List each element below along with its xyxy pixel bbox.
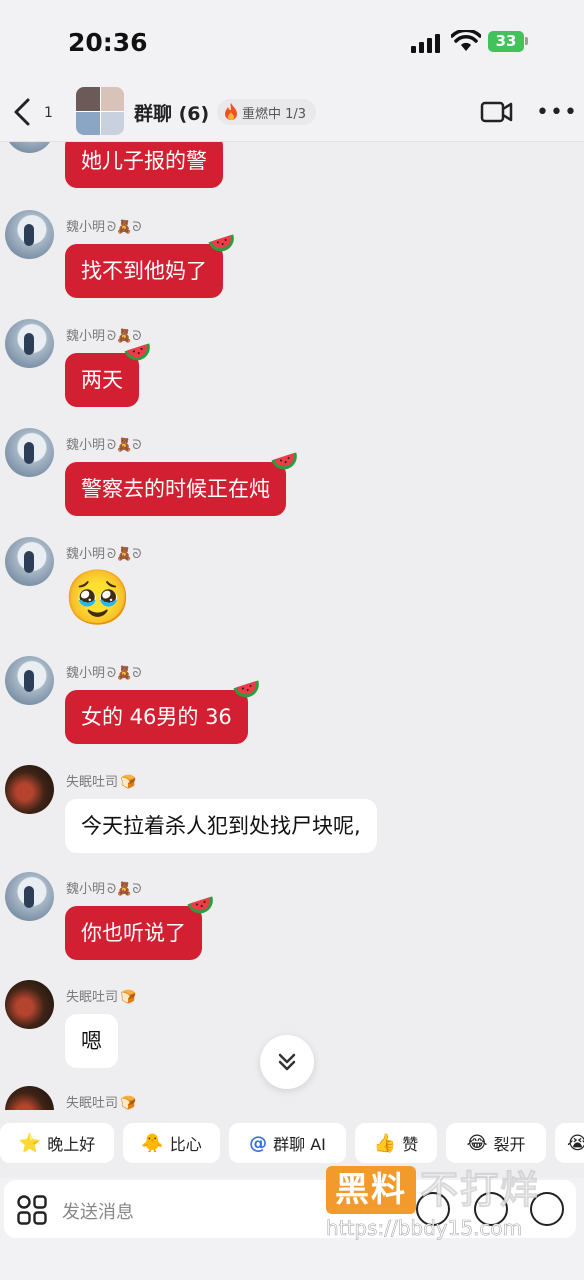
quick-reply-chip[interactable]: 😭: [555, 1123, 584, 1163]
message-bubble[interactable]: 她儿子报的警: [65, 142, 223, 188]
sender-name: 失眠吐司 🍞: [66, 990, 137, 1005]
message-text: 两天: [81, 368, 123, 392]
sender-name: 魏小明 ᘐ🧸ᘐ: [66, 220, 142, 235]
sender-name: 魏小明 ᘐ🧸ᘐ: [66, 547, 142, 562]
message-bubble[interactable]: 两天: [65, 343, 150, 407]
message-text: 找不到他妈了: [81, 259, 207, 283]
watermelon-icon: [207, 142, 239, 148]
avatar[interactable]: [5, 1086, 54, 1110]
sender-name: 魏小明 ᘐ🧸ᘐ: [66, 882, 142, 897]
battery-icon: 33: [488, 31, 524, 52]
scroll-to-bottom-button[interactable]: [260, 1035, 314, 1089]
thumbs-up-icon: 👍: [373, 1132, 397, 1154]
message-text: 警察去的时候正在炖: [81, 477, 270, 501]
message-bubble[interactable]: 今天拉着杀人犯到处找尸块呢,: [65, 799, 377, 853]
watermark-url: https://bbdy15.com: [326, 1216, 523, 1241]
at-icon: @: [249, 1132, 268, 1154]
badge-icons: ᘐ🧸ᘐ: [107, 220, 142, 235]
badge-icons: ᘐ🧸ᘐ: [107, 329, 142, 344]
crying-icon: 😭: [567, 1132, 584, 1154]
watermelon-icon: [187, 896, 213, 914]
badge-icons: ᘐ🧸ᘐ: [107, 882, 142, 897]
chat-header: 1 群聊 (6) 重燃中 1/3 •••: [0, 84, 584, 142]
sender-name: 失眠吐司 🍞: [66, 1096, 137, 1110]
message-bubble[interactable]: 嗯: [65, 1014, 118, 1068]
sender-name: 失眠吐司 🍞: [66, 775, 137, 790]
quick-reply-chip[interactable]: ⭐ 晚上好: [0, 1123, 114, 1163]
avatar[interactable]: [5, 980, 54, 1029]
streak-badge[interactable]: 重燃中 1/3: [217, 99, 317, 125]
message-bubble[interactable]: 你也听说了: [65, 896, 213, 960]
watermelon-icon: [271, 452, 297, 470]
message-bubble[interactable]: 女的 46男的 36: [65, 680, 259, 744]
watermelon-icon: [233, 680, 259, 698]
watermark: 黑料 不打烊 https://bbdy15.com: [326, 1166, 576, 1246]
laughing-icon: 😂: [466, 1132, 488, 1154]
double-chevron-down-icon: [278, 1053, 296, 1071]
back-icon[interactable]: [8, 94, 38, 130]
chick-icon: 🐥: [141, 1132, 164, 1154]
watermark-slogan: 不打烊: [419, 1168, 541, 1213]
sender-name: 魏小明 ᘐ🧸ᘐ: [66, 438, 142, 453]
chat-title[interactable]: 群聊 (6): [134, 99, 209, 126]
message-text: 今天拉着杀人犯到处找尸块呢,: [81, 814, 361, 838]
star-icon: ⭐: [18, 1132, 42, 1154]
status-bar: 20:36 33: [0, 0, 584, 84]
avatar[interactable]: [5, 765, 54, 814]
watermelon-icon: [124, 343, 150, 361]
message-list[interactable]: 她儿子报的警 魏小明 ᘐ🧸ᘐ 找不到他妈了 魏小明 ᘐ🧸ᘐ 两天 魏小明 ᘐ🧸ᘐ 警察…: [0, 142, 584, 1110]
status-time: 20:36: [68, 28, 148, 57]
quick-reply-chip[interactable]: 😂 裂开: [446, 1123, 546, 1163]
avatar[interactable]: [5, 872, 54, 921]
message-bubble[interactable]: 找不到他妈了: [65, 234, 234, 298]
avatar[interactable]: [5, 142, 54, 153]
watermark-brand: 黑料: [326, 1166, 416, 1214]
badge-icons: ᘐ🧸ᘐ: [107, 547, 142, 562]
avatar[interactable]: [5, 210, 54, 259]
streak-label: 重燃中 1/3: [242, 106, 307, 122]
wifi-icon: [451, 30, 481, 51]
quick-reply-chip[interactable]: 🐥 比心: [123, 1123, 220, 1163]
unread-count: 1: [44, 105, 53, 121]
toast-icon: 🍞: [120, 990, 137, 1005]
toast-icon: 🍞: [120, 1096, 137, 1110]
group-avatar[interactable]: [76, 87, 124, 135]
avatar[interactable]: [5, 428, 54, 477]
input-placeholder: 发送消息: [62, 1202, 134, 1223]
sender-name: 魏小明 ᘐ🧸ᘐ: [66, 329, 142, 344]
message-text: 她儿子报的警: [81, 149, 207, 173]
badge-icons: ᘐ🧸ᘐ: [107, 438, 142, 453]
video-call-icon[interactable]: [480, 98, 514, 126]
quick-reply-bar: ⭐ 晚上好 🐥 比心 @ 群聊 AI 👍 赞 😂 裂开 😭: [0, 1120, 584, 1166]
apps-grid-icon[interactable]: [16, 1194, 48, 1226]
watermelon-icon: [208, 234, 234, 252]
message-bubble[interactable]: 警察去的时候正在炖: [65, 452, 297, 516]
fire-icon: [225, 103, 237, 120]
avatar[interactable]: [5, 537, 54, 586]
signal-icon: [411, 33, 443, 53]
pleading-face-emoji[interactable]: 🥹: [64, 571, 131, 625]
avatar[interactable]: [5, 319, 54, 368]
battery-cap: [525, 37, 528, 45]
message-text: 你也听说了: [81, 921, 186, 945]
quick-reply-chip[interactable]: @ 群聊 AI: [229, 1123, 346, 1163]
avatar[interactable]: [5, 656, 54, 705]
message-text: 嗯: [81, 1029, 102, 1053]
toast-icon: 🍞: [120, 775, 137, 790]
message-text: 女的 46男的 36: [81, 705, 232, 729]
badge-icons: ᘐ🧸ᘐ: [107, 666, 142, 681]
sender-name: 魏小明 ᘐ🧸ᘐ: [66, 666, 142, 681]
more-icon[interactable]: •••: [536, 102, 578, 124]
quick-reply-chip[interactable]: 👍 赞: [355, 1123, 437, 1163]
